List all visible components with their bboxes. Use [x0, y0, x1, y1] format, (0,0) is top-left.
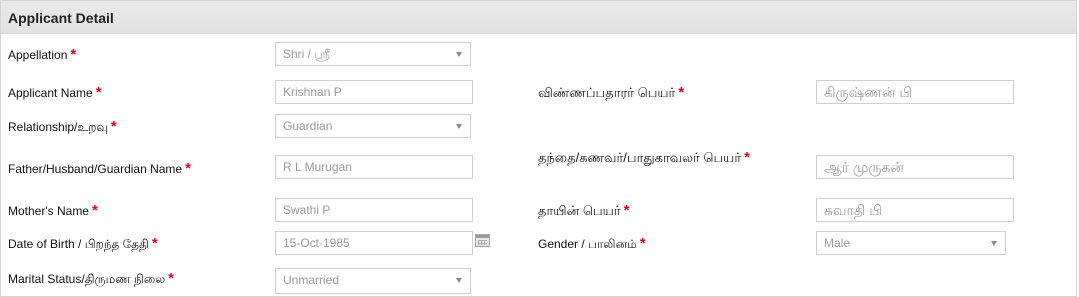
- marital-status-label: Marital Status/திருமண நிலை *: [8, 271, 174, 287]
- required-mark: *: [168, 270, 175, 287]
- gender-select[interactable]: Male: [816, 231, 1006, 255]
- calendar-icon[interactable]: [475, 234, 490, 247]
- gender-label-text: Gender / பாலினம்: [538, 237, 637, 251]
- mother-name-tamil-input[interactable]: சுவாதி பி: [816, 198, 1014, 222]
- required-mark: *: [639, 235, 646, 252]
- required-mark: *: [91, 202, 98, 219]
- mother-name-tamil-label-text: தாயின் பெயர்: [538, 203, 621, 218]
- gender-label: Gender / பாலினம் *: [538, 236, 646, 252]
- marital-status-label-text: Marital Status/திருமண நிலை: [8, 272, 166, 286]
- relationship-label: Relationship/உறவு *: [8, 119, 117, 135]
- panel-header: Applicant Detail: [1, 1, 1076, 34]
- required-mark: *: [623, 202, 630, 219]
- mother-name-label-text: Mother's Name: [8, 204, 89, 218]
- father-name-tamil-label: தந்தை/கணவர்/பாதுகாவலர் பெயர் *: [538, 150, 778, 165]
- father-name-label-text: Father/Husband/Guardian Name: [8, 162, 183, 176]
- required-mark: *: [110, 118, 117, 135]
- applicant-name-tamil-label-text: விண்ணப்பதாரர் பெயர்: [538, 85, 676, 100]
- relationship-select[interactable]: Guardian: [275, 114, 471, 138]
- applicant-name-label: Applicant Name *: [8, 85, 102, 101]
- mother-name-label: Mother's Name *: [8, 203, 98, 219]
- applicant-name-input[interactable]: Krishnan P: [275, 80, 473, 104]
- father-name-input[interactable]: R L Murugan: [275, 155, 473, 179]
- marital-status-value: Unmarried: [283, 273, 340, 287]
- chevron-down-icon: [456, 52, 462, 57]
- father-name-tamil-label-text: தந்தை/கணவர்/பாதுகாவலர் பெயர்: [538, 150, 742, 165]
- father-name-tamil-input[interactable]: ஆர் முருகன்: [816, 155, 1014, 179]
- dob-input[interactable]: 15-Oct-1985: [275, 231, 473, 255]
- applicant-name-tamil-label: விண்ணப்பதாரர் பெயர் *: [538, 85, 684, 100]
- required-mark: *: [70, 46, 77, 63]
- applicant-name-tamil-input[interactable]: கிருஷ்ணன் பி: [816, 80, 1014, 104]
- father-name-label: Father/Husband/Guardian Name *: [8, 161, 191, 177]
- chevron-down-icon: [456, 124, 462, 129]
- dob-label-text: Date of Birth / பிறந்த தேதி: [8, 237, 149, 251]
- gender-value: Male: [824, 236, 851, 250]
- applicant-name-label-text: Applicant Name: [8, 86, 93, 100]
- dob-label: Date of Birth / பிறந்த தேதி *: [8, 236, 158, 252]
- mother-name-input[interactable]: Swathi P: [275, 198, 473, 222]
- appellation-value: Shri / ஸ்ரீ: [283, 47, 330, 61]
- applicant-detail-panel: Applicant Detail Appellation * Shri / ஸ்ர…: [0, 0, 1077, 297]
- panel-title: Applicant Detail: [8, 10, 114, 26]
- required-mark: *: [678, 84, 685, 101]
- required-mark: *: [185, 160, 191, 177]
- chevron-down-icon: [456, 278, 462, 283]
- chevron-down-icon: [991, 241, 997, 246]
- relationship-label-text: Relationship/உறவு: [8, 120, 108, 134]
- mother-name-tamil-label: தாயின் பெயர் *: [538, 203, 629, 218]
- appellation-label: Appellation *: [8, 47, 76, 63]
- relationship-value: Guardian: [283, 119, 333, 133]
- required-mark: *: [95, 84, 102, 101]
- required-mark: *: [744, 149, 750, 166]
- required-mark: *: [151, 235, 158, 252]
- appellation-label-text: Appellation: [8, 48, 68, 62]
- marital-status-select[interactable]: Unmarried: [275, 268, 471, 294]
- appellation-select[interactable]: Shri / ஸ்ரீ: [275, 42, 471, 66]
